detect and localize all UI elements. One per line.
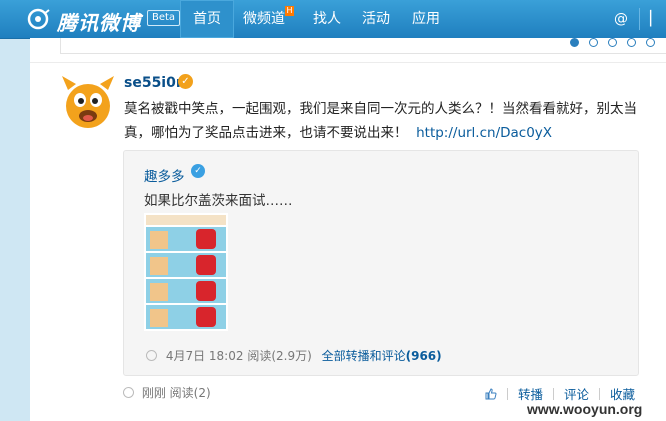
post-link[interactable]: http://url.cn/Dac0yX: [416, 125, 552, 141]
quoted-reads: 阅读(2.9万): [247, 349, 312, 363]
action-divider: [599, 387, 601, 400]
clock-icon: [123, 387, 134, 398]
timeline-panel: se55i0n ✓ 莫名被戳中笑点，一起围观，我们是来自同一次元的人类么？！当然…: [30, 38, 666, 421]
beta-badge: Beta: [147, 10, 181, 26]
slider-dots: [570, 38, 655, 47]
slider-dot[interactable]: [589, 38, 598, 47]
nav-divider: [639, 8, 640, 30]
quoted-time[interactable]: 4月7日 18:02: [166, 349, 244, 363]
nav-home[interactable]: 首页: [180, 0, 234, 38]
nav-channel-label: 微频道: [243, 11, 285, 27]
all-comments-link[interactable]: 全部转播和评论(966): [322, 349, 442, 363]
nav-find-people[interactable]: 找人: [304, 0, 350, 38]
clock-icon: [146, 350, 157, 361]
nav-find-people-label: 找人: [313, 11, 341, 27]
verified-badge-icon: ✓: [178, 74, 193, 89]
nav-home-label: 首页: [193, 11, 221, 27]
post-text: 莫名被戳中笑点，一起围观，我们是来自同一次元的人类么？！当然看看就好，别太当真，…: [124, 101, 637, 141]
slider-dot[interactable]: [646, 38, 655, 47]
more-menu-button[interactable]: ▏: [650, 0, 661, 38]
post-username[interactable]: se55i0n: [124, 75, 186, 91]
nav-channel[interactable]: 微频道 H: [236, 0, 294, 38]
post-reads: 阅读(2): [169, 386, 211, 400]
mentions-button[interactable]: @: [614, 0, 628, 38]
top-nav: 腾讯微博 Beta 首页 微频道 H 找人 活动 应用 @ ▏: [0, 0, 666, 39]
quoted-text: 如果比尔盖茨来面试……: [144, 193, 293, 209]
post-body: 莫名被戳中笑点，一起围观，我们是来自同一次元的人类么？！当然看看就好，别太当真，…: [124, 97, 654, 145]
divider: [30, 62, 666, 63]
nav-apps-label: 应用: [412, 11, 440, 27]
all-comments-label: 全部转播和评论: [321, 349, 406, 363]
comic-thumbnail-image[interactable]: [144, 213, 228, 331]
quoted-meta: 4月7日 18:02 阅读(2.9万) 全部转播和评论(966): [146, 347, 442, 364]
action-divider: [553, 387, 555, 400]
nav-apps[interactable]: 应用: [402, 0, 450, 38]
nav-activity[interactable]: 活动: [352, 0, 400, 38]
menu-icon: ▏: [650, 11, 661, 27]
brand-title[interactable]: 腾讯微博: [57, 7, 141, 36]
hot-badge: H: [285, 6, 294, 16]
post-meta: 刚刚 阅读(2): [123, 384, 211, 401]
nav-activity-label: 活动: [362, 11, 390, 27]
user-avatar[interactable]: [58, 70, 118, 132]
verified-badge-icon: ✓: [191, 164, 205, 178]
action-divider: [507, 387, 508, 400]
slider-dot[interactable]: [627, 38, 636, 47]
slider-dot[interactable]: [608, 38, 617, 47]
like-icon[interactable]: [485, 387, 497, 400]
quoted-post: 趣多多 ✓ 如果比尔盖茨来面试…… 4月7日 18:02 阅读(2.9万) 全部…: [123, 150, 639, 376]
post-time[interactable]: 刚刚: [142, 386, 166, 400]
slider-dot[interactable]: [570, 38, 579, 47]
banner-slider: [60, 38, 666, 54]
quoted-username[interactable]: 趣多多: [144, 165, 185, 185]
at-icon: @: [614, 11, 628, 27]
tencent-logo-icon[interactable]: [27, 7, 51, 31]
watermark: www.wooyun.org: [527, 401, 643, 417]
all-comments-count: (966): [405, 349, 442, 363]
